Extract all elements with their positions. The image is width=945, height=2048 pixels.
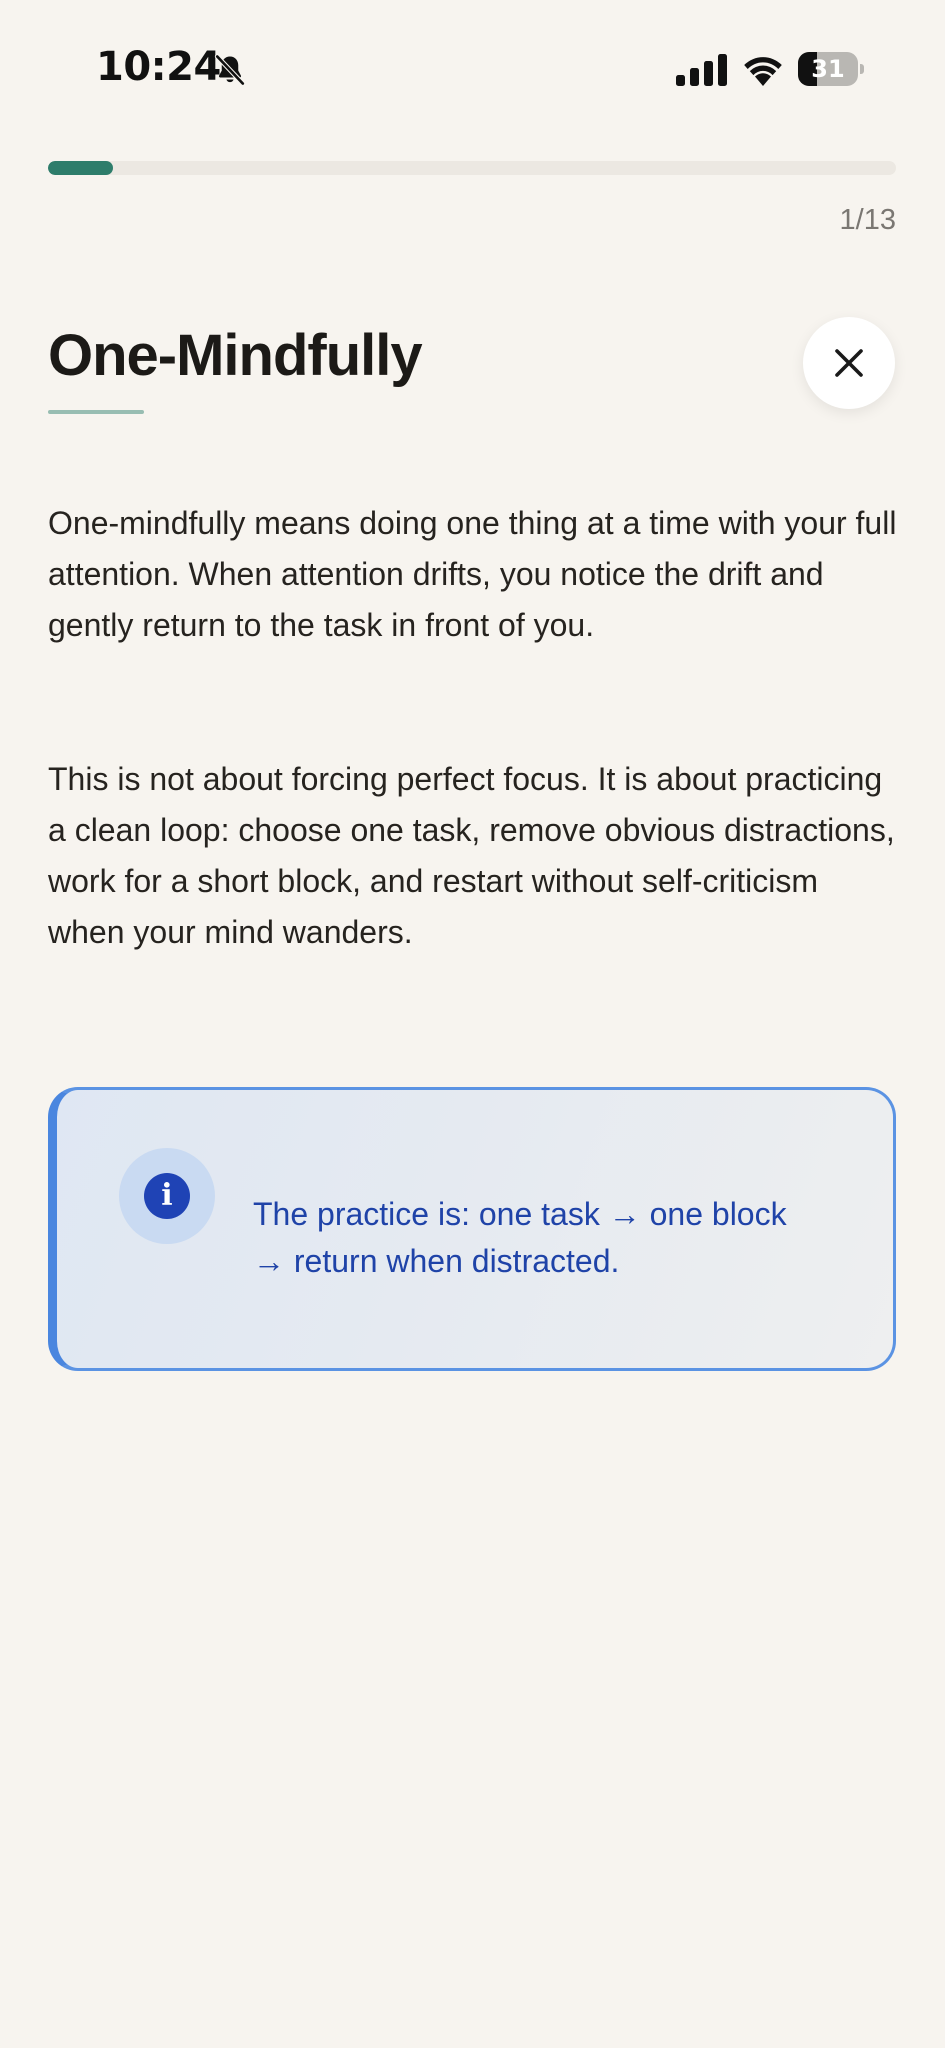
body-paragraph: One-mindfully means doing one thing at a… xyxy=(48,505,897,643)
callout-text: The practice is: one task → one block → … xyxy=(253,1196,787,1279)
status-bar: 10:24 31 xyxy=(0,0,945,140)
bell-slash-icon xyxy=(214,54,246,86)
info-icon: i xyxy=(119,1148,215,1244)
close-button[interactable] xyxy=(803,317,895,409)
info-callout: i The practice is: one task → one block … xyxy=(48,1087,896,1371)
body-paragraph: This is not about forcing perfect focus.… xyxy=(48,761,895,950)
title-underline xyxy=(48,410,144,414)
info-glyph: i xyxy=(144,1173,190,1219)
progress-counter: 1/13 xyxy=(839,204,896,236)
lesson-progress-bar xyxy=(48,161,896,175)
lesson-progress-fill xyxy=(48,161,114,175)
close-icon xyxy=(835,349,863,377)
page-title: One-Mindfully xyxy=(48,323,423,388)
battery-level: 31 xyxy=(811,55,845,83)
cellular-signal-icon xyxy=(676,54,727,86)
battery-icon: 31 xyxy=(798,52,864,86)
wifi-icon xyxy=(744,57,782,86)
status-time: 10:24 xyxy=(96,44,221,90)
